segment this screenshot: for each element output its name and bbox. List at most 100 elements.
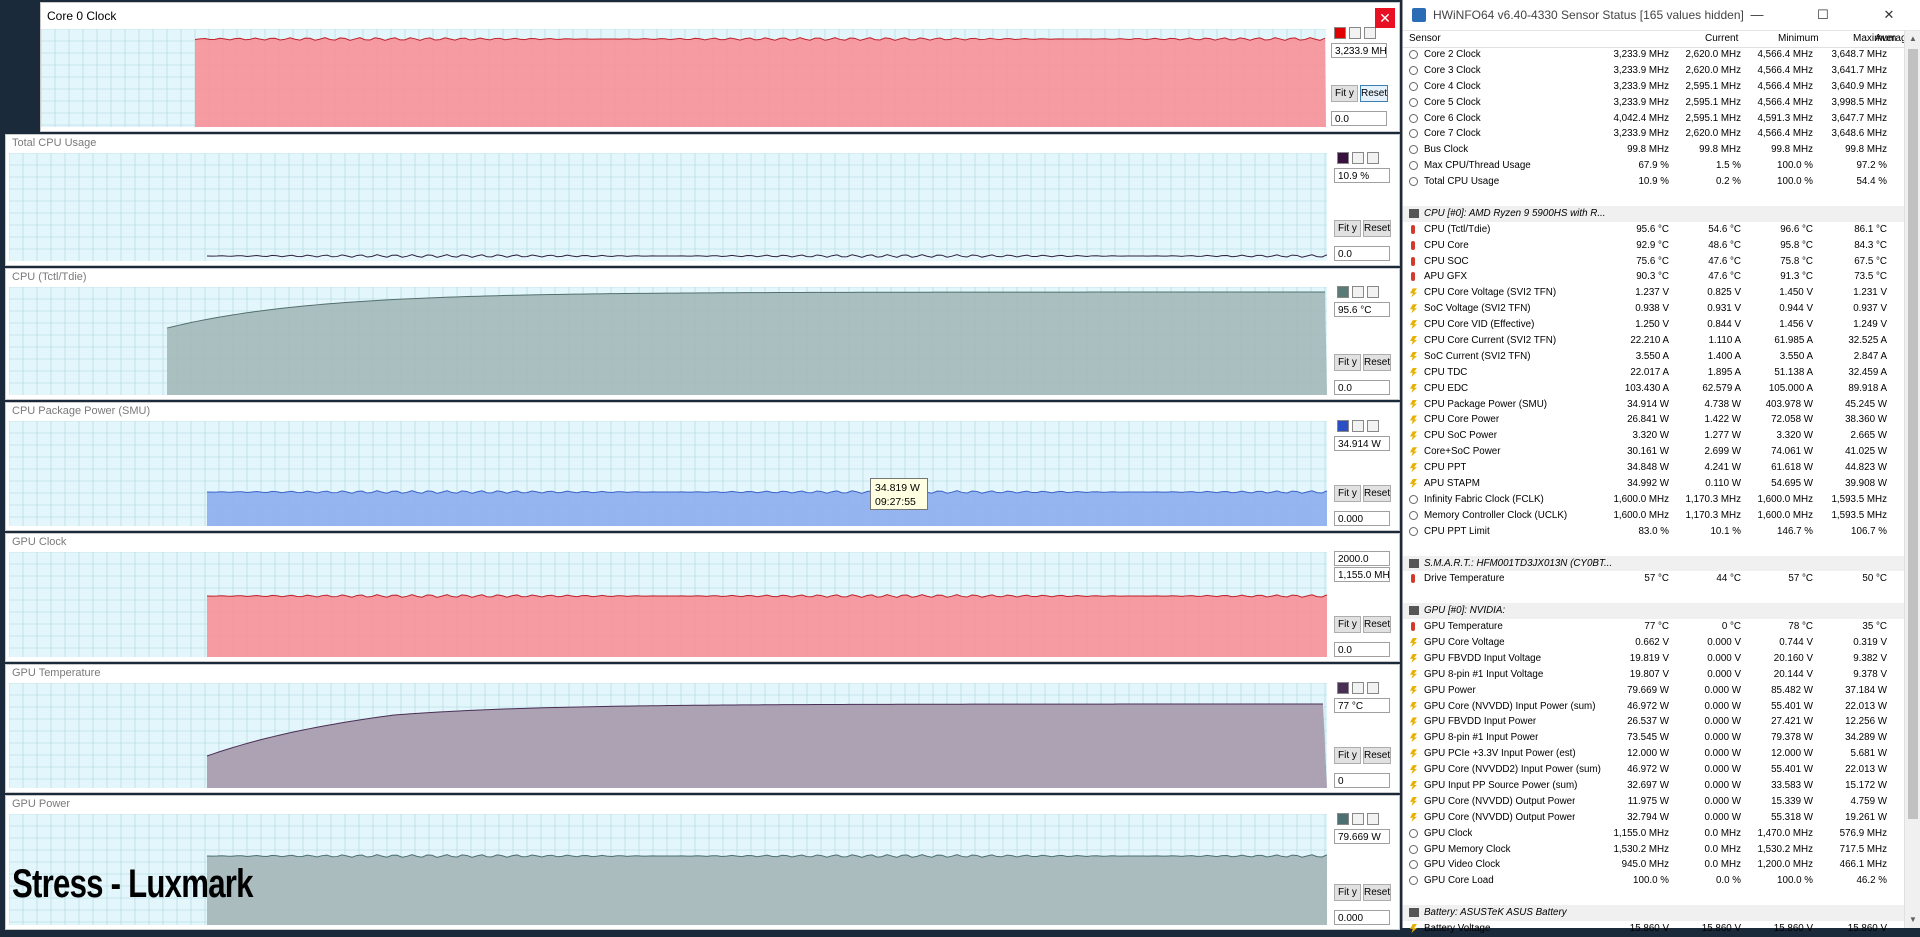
sensor-row[interactable]: Core 7 Clock 3,233.9 MHz 2,620.0 MHz 4,566.… <box>1403 126 1905 142</box>
swatch-option[interactable] <box>1364 27 1376 39</box>
series-color-swatch[interactable] <box>1337 286 1349 298</box>
fit-y-button[interactable]: Fit y <box>1334 220 1361 237</box>
column-sensor[interactable]: Sensor <box>1409 33 1441 44</box>
sensor-row[interactable]: CPU PPT Limit 83.0 % 10.1 % 146.7 % 106.7 % <box>1403 524 1905 540</box>
sensor-row[interactable]: Drive Temperature 57 °C 44 °C 57 °C 50 °C <box>1403 571 1905 587</box>
graph-window[interactable]: GPU Temperature 77 °C Fit y Reset 0 <box>5 664 1400 793</box>
minimize-button[interactable]: — <box>1735 4 1779 26</box>
column-current[interactable]: Current <box>1705 33 1738 44</box>
sensor-row[interactable]: GPU Core (NVVDD) Output Power 32.794 W 0.0… <box>1403 810 1905 826</box>
max-value-field[interactable]: 2000.0 <box>1334 551 1390 566</box>
sensor-group-header[interactable]: GPU [#0]: NVIDIA: <box>1403 603 1905 620</box>
swatch-option[interactable] <box>1352 813 1364 825</box>
sensor-row[interactable]: Infinity Fabric Clock (FCLK) 1,600.0 MHz 1… <box>1403 492 1905 508</box>
sensor-row[interactable]: CPU Core Voltage (SVI2 TFN) 1.237 V 0.825 … <box>1403 285 1905 301</box>
sensor-row[interactable]: GPU PCIe +3.3V Input Power (est) 12.000 W… <box>1403 746 1905 762</box>
reset-button[interactable]: Reset <box>1363 747 1391 764</box>
graph-plot[interactable] <box>41 29 1326 127</box>
scroll-down-icon[interactable]: ▼ <box>1905 912 1920 928</box>
sensor-group-header[interactable]: CPU [#0]: AMD Ryzen 9 5900HS with R... <box>1403 205 1905 222</box>
sensor-row[interactable]: Core+SoC Power 30.161 W 2.699 W 74.061 W 41.… <box>1403 444 1905 460</box>
fit-y-button[interactable]: Fit y <box>1334 884 1361 901</box>
sensor-row[interactable]: GPU Video Clock 945.0 MHz 0.0 MHz 1,200.0 M… <box>1403 857 1905 873</box>
scroll-thumb[interactable] <box>1908 49 1918 819</box>
min-value-field[interactable]: 0.000 <box>1334 910 1390 925</box>
sensor-row[interactable]: CPU SoC Power 3.320 W 1.277 W 3.320 W 2.665 … <box>1403 428 1905 444</box>
swatch-option[interactable] <box>1349 27 1361 39</box>
sensor-row[interactable]: APU GFX 90.3 °C 47.6 °C 91.3 °C 73.5 °C <box>1403 269 1905 285</box>
swatch-option[interactable] <box>1367 286 1379 298</box>
hwinfo-titlebar[interactable]: HWiNFO64 v6.40-4330 Sensor Status [165 v… <box>1403 0 1920 31</box>
sensor-row[interactable]: CPU (Tctl/Tdie) 95.6 °C 54.6 °C 96.6 °C 86.1… <box>1403 222 1905 238</box>
min-value-field[interactable]: 0.000 <box>1334 511 1390 526</box>
swatch-option[interactable] <box>1352 420 1364 432</box>
sensor-group-header[interactable]: Battery: ASUSTeK ASUS Battery <box>1403 905 1905 921</box>
sensor-row[interactable]: GPU 8-pin #1 Input Voltage 19.807 V 0.000 … <box>1403 667 1905 683</box>
series-color-swatch[interactable] <box>1337 813 1349 825</box>
sensor-row[interactable]: GPU Temperature 77 °C 0 °C 78 °C 35 °C <box>1403 619 1905 635</box>
min-value-field[interactable]: 0.0 <box>1331 111 1387 126</box>
reset-button[interactable]: Reset <box>1363 220 1391 237</box>
sensor-row[interactable]: GPU FBVDD Input Power 26.537 W 0.000 W 27.4… <box>1403 714 1905 730</box>
sensor-row[interactable]: CPU SOC 75.6 °C 47.6 °C 75.8 °C 67.5 °C <box>1403 254 1905 270</box>
min-value-field[interactable]: 0.0 <box>1334 246 1390 261</box>
sensor-row[interactable]: Core 3 Clock 3,233.9 MHz 2,620.0 MHz 4,566.… <box>1403 63 1905 79</box>
graph-plot[interactable] <box>9 683 1327 788</box>
min-value-field[interactable]: 0.0 <box>1334 380 1390 395</box>
reset-button[interactable]: Reset <box>1363 485 1391 502</box>
sensor-row[interactable]: CPU Core 92.9 °C 48.6 °C 95.8 °C 84.3 °C <box>1403 238 1905 254</box>
min-value-field[interactable]: 0 <box>1334 773 1390 788</box>
sensor-row[interactable]: Bus Clock 99.8 MHz 99.8 MHz 99.8 MHz 99.8 MH… <box>1403 142 1905 158</box>
series-color-swatch[interactable] <box>1334 27 1346 39</box>
maximize-button[interactable]: ☐ <box>1801 4 1845 26</box>
reset-button[interactable]: Reset <box>1363 354 1391 371</box>
sensor-row[interactable]: Battery Voltage 15.860 V 15.860 V 15.860 V 1… <box>1403 921 1905 937</box>
sensor-row[interactable]: CPU Core Current (SVI2 TFN) 22.210 A 1.110… <box>1403 333 1905 349</box>
fit-y-button[interactable]: Fit y <box>1331 85 1358 102</box>
series-color-swatch[interactable] <box>1337 420 1349 432</box>
sensor-row[interactable]: GPU Input PP Source Power (sum) 32.697 W 0… <box>1403 778 1905 794</box>
sensor-row[interactable]: CPU Core Power 26.841 W 1.422 W 72.058 W 38.… <box>1403 412 1905 428</box>
sensor-row[interactable]: APU STAPM 34.992 W 0.110 W 54.695 W 39.908 W <box>1403 476 1905 492</box>
swatch-option[interactable] <box>1367 152 1379 164</box>
graph-window[interactable]: CPU (Tctl/Tdie) 95.6 °C Fit y Reset 0.0 <box>5 268 1400 400</box>
sensor-row[interactable]: CPU TDC 22.017 A 1.895 A 51.138 A 32.459 A <box>1403 365 1905 381</box>
min-value-field[interactable]: 0.0 <box>1334 642 1390 657</box>
swatch-option[interactable] <box>1367 813 1379 825</box>
fit-y-button[interactable]: Fit y <box>1334 354 1361 371</box>
sensor-row[interactable]: CPU Core VID (Effective) 1.250 V 0.844 V 1.… <box>1403 317 1905 333</box>
sensor-scrollbar[interactable]: ▲ ▼ <box>1904 31 1920 928</box>
graph-plot[interactable] <box>9 287 1327 395</box>
sensor-row[interactable]: CPU Package Power (SMU) 34.914 W 4.738 W 40… <box>1403 397 1905 413</box>
sensor-row[interactable]: CPU EDC 103.430 A 62.579 A 105.000 A 89.918 … <box>1403 381 1905 397</box>
sensor-row[interactable]: CPU PPT 34.848 W 4.241 W 61.618 W 44.823 W <box>1403 460 1905 476</box>
series-color-swatch[interactable] <box>1337 682 1349 694</box>
graph-window[interactable]: Total CPU Usage 10.9 % Fit y Reset 0.0 <box>5 134 1400 266</box>
sensor-row[interactable]: GPU 8-pin #1 Input Power 73.545 W 0.000 W 7… <box>1403 730 1905 746</box>
close-icon[interactable]: ✕ <box>1375 8 1395 28</box>
graph-plot[interactable] <box>9 552 1327 657</box>
sensor-row[interactable]: Core 6 Clock 4,042.4 MHz 2,595.1 MHz 4,591.… <box>1403 111 1905 127</box>
sensor-row[interactable]: Core 2 Clock 3,233.9 MHz 2,620.0 MHz 4,566.… <box>1403 47 1905 63</box>
sensor-row[interactable]: Core 5 Clock 3,233.9 MHz 2,595.1 MHz 4,566.… <box>1403 95 1905 111</box>
graph-window[interactable]: Core 0 Clock 3,233.9 MHz Fit y Reset 0.0 ✕ <box>40 2 1400 132</box>
graph-plot[interactable] <box>9 421 1327 526</box>
swatch-option[interactable] <box>1352 682 1364 694</box>
reset-button[interactable]: Reset <box>1363 616 1391 633</box>
graph-window[interactable]: CPU Package Power (SMU) 34.914 W Fit y Rese… <box>5 402 1400 531</box>
sensor-row[interactable]: GPU Clock 1,155.0 MHz 0.0 MHz 1,470.0 MHz 57… <box>1403 826 1905 842</box>
sensor-row[interactable]: GPU Core (NVVDD) Output Power 11.975 W 0.0… <box>1403 794 1905 810</box>
swatch-option[interactable] <box>1352 152 1364 164</box>
sensor-row[interactable]: SoC Voltage (SVI2 TFN) 0.938 V 0.931 V 0.94… <box>1403 301 1905 317</box>
swatch-option[interactable] <box>1367 420 1379 432</box>
swatch-option[interactable] <box>1367 682 1379 694</box>
fit-y-button[interactable]: Fit y <box>1334 616 1361 633</box>
column-minimum[interactable]: Minimum <box>1778 33 1819 44</box>
sensor-row[interactable]: SoC Current (SVI2 TFN) 3.550 A 1.400 A 3.55… <box>1403 349 1905 365</box>
close-button[interactable]: ✕ <box>1867 4 1911 26</box>
sensor-row[interactable]: GPU Core Load 100.0 % 0.0 % 100.0 % 46.2 % <box>1403 873 1905 889</box>
sensor-group-header[interactable]: S.M.A.R.T.: HFM001TD3JX013N (CY0BT... <box>1403 555 1905 572</box>
fit-y-button[interactable]: Fit y <box>1334 485 1361 502</box>
graph-plot[interactable] <box>9 153 1327 261</box>
reset-button[interactable]: Reset <box>1363 884 1391 901</box>
